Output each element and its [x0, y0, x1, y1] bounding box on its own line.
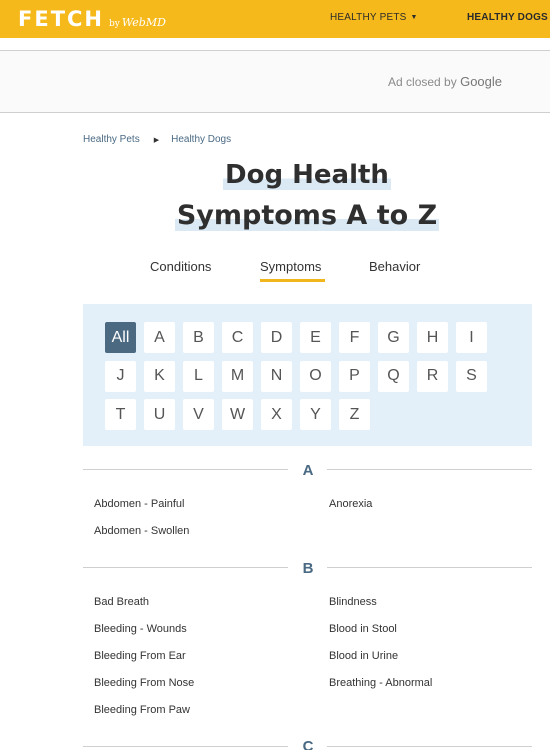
ad-closed-text: Ad closed by [388, 75, 457, 89]
letter-filter-e[interactable]: E [300, 322, 331, 353]
caret-down-icon: ▼ [410, 14, 418, 21]
breadcrumb-healthy-dogs[interactable]: Healthy Dogs [171, 134, 231, 145]
tab-conditions[interactable]: Conditions [150, 259, 211, 274]
letter-filter-n[interactable]: N [261, 360, 292, 392]
nav-healthy-pets-label: HEALTHY PETS [330, 12, 407, 23]
letter-filter-v[interactable]: V [183, 399, 214, 430]
symptom-link[interactable]: Bad Breath [94, 596, 149, 608]
letter-filter-q[interactable]: Q [378, 360, 409, 392]
letter-filter-m[interactable]: M [222, 360, 253, 392]
section-divider [83, 746, 288, 747]
letter-filter-all[interactable]: All [105, 322, 136, 353]
section-divider [327, 746, 532, 747]
symptom-link[interactable]: Blindness [329, 596, 377, 608]
site-header: FETCH by WebMD HEALTHY PETS ▼ HEALTHY DOG… [0, 0, 550, 38]
section-divider [327, 567, 532, 568]
letter-filter-g[interactable]: G [378, 322, 409, 353]
letter-filter-x[interactable]: X [261, 399, 292, 430]
logo-by: by [109, 19, 120, 29]
symptom-link[interactable]: Blood in Urine [329, 650, 398, 662]
google-logo: Google [460, 74, 502, 89]
letter-filter-l[interactable]: L [183, 360, 214, 392]
section-heading-c: C [302, 738, 314, 750]
page-title-line2: Symptoms A to Z [0, 200, 550, 231]
letter-filter-t[interactable]: T [105, 399, 136, 430]
tab-behavior[interactable]: Behavior [369, 259, 420, 274]
active-tab-indicator [260, 279, 325, 282]
tab-symptoms[interactable]: Symptoms [260, 259, 321, 274]
letter-filter-o[interactable]: O [300, 360, 331, 392]
breadcrumb: Healthy Pets ▶ Healthy Dogs [83, 134, 231, 145]
symptom-link[interactable]: Abdomen - Painful [94, 498, 185, 510]
ad-closed-notice: Ad closed by Google [388, 74, 502, 89]
letter-filter-s[interactable]: S [456, 360, 487, 392]
letter-filter-z[interactable]: Z [339, 399, 370, 430]
alphabet-filter-panel: All A B C D E F G H I J K L M N O P Q R S T U V W X Y Z [83, 304, 532, 446]
section-heading-b: B [302, 560, 314, 577]
page-title-text-2: Symptoms A to Z [174, 200, 440, 231]
letter-filter-w[interactable]: W [222, 399, 253, 430]
section-divider [327, 469, 532, 470]
letter-filter-h[interactable]: H [417, 322, 448, 353]
symptom-link[interactable]: Blood in Stool [329, 623, 397, 635]
letter-filter-p[interactable]: P [339, 360, 370, 392]
letter-filter-y[interactable]: Y [300, 399, 331, 430]
page-title-text-1: Dog Health [223, 160, 391, 190]
letter-filter-f[interactable]: F [339, 322, 370, 353]
letter-filter-b[interactable]: B [183, 322, 214, 353]
ad-slot: Ad closed by Google [0, 50, 550, 113]
symptom-link[interactable]: Bleeding From Ear [94, 650, 186, 662]
nav-healthy-dogs-label: HEALTHY DOGS [467, 12, 548, 23]
letter-filter-i[interactable]: I [456, 322, 487, 353]
page-title-line1: Dog Health [0, 160, 550, 190]
symptom-link[interactable]: Bleeding - Wounds [94, 623, 187, 635]
letter-filter-j[interactable]: J [105, 360, 136, 392]
letter-filter-c[interactable]: C [222, 322, 253, 353]
symptom-link[interactable]: Bleeding From Paw [94, 704, 190, 716]
symptom-link[interactable]: Abdomen - Swollen [94, 525, 189, 537]
section-divider [83, 567, 288, 568]
nav-healthy-dogs[interactable]: HEALTHY DOGS▼ [467, 12, 550, 23]
letter-filter-u[interactable]: U [144, 399, 175, 430]
breadcrumb-healthy-pets[interactable]: Healthy Pets [83, 134, 140, 145]
letter-filter-k[interactable]: K [144, 360, 175, 392]
letter-filter-a[interactable]: A [144, 322, 175, 353]
fetch-logo[interactable]: FETCH by WebMD [18, 7, 166, 31]
symptom-link[interactable]: Breathing - Abnormal [329, 677, 432, 689]
breadcrumb-arrow-icon: ▶ [153, 136, 160, 144]
section-heading-a: A [302, 462, 314, 479]
letter-filter-d[interactable]: D [261, 322, 292, 353]
section-divider [83, 469, 288, 470]
symptom-link[interactable]: Anorexia [329, 498, 372, 510]
letter-filter-r[interactable]: R [417, 360, 448, 392]
symptom-link[interactable]: Bleeding From Nose [94, 677, 194, 689]
logo-wordmark: FETCH [18, 7, 105, 31]
logo-webmd: WebMD [121, 16, 166, 29]
nav-healthy-pets[interactable]: HEALTHY PETS ▼ [330, 12, 418, 23]
